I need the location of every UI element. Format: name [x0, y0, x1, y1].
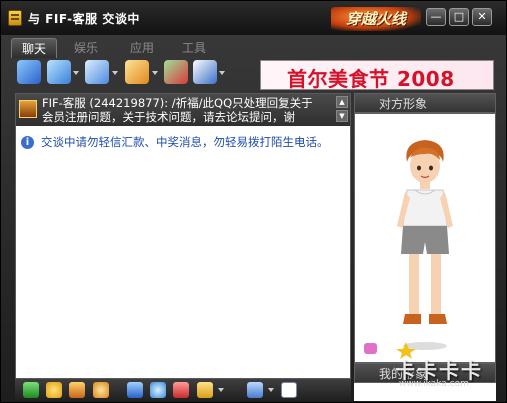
scroll-up-icon[interactable]: ▲ — [336, 96, 348, 108]
message-log-icon[interactable] — [281, 382, 297, 398]
watermark-url: www.ikaka.com — [399, 379, 469, 389]
remote-assist-icon[interactable] — [193, 60, 217, 84]
chevron-down-icon[interactable] — [73, 71, 79, 75]
video-chat-icon[interactable] — [17, 60, 41, 84]
ad-banner[interactable]: 首尔美食节 2008 — [260, 60, 494, 90]
main-toolbar — [11, 58, 251, 88]
message-history[interactable]: FIF-客服 (244219877): /祈福/此QQ只处理回复关于 会员注册问… — [15, 93, 351, 379]
minimize-button[interactable]: — — [426, 8, 446, 26]
costume-icon[interactable] — [364, 343, 377, 354]
voice-chat-icon[interactable] — [47, 60, 71, 84]
contact-info-bar: FIF-客服 (244219877): /祈福/此QQ只处理回复关于 会员注册问… — [16, 94, 350, 126]
contact-signature-line2: 会员注册问题，关于技术问题，请去论坛提问，谢 — [42, 110, 295, 124]
security-notice: i 交谈中请勿轻信汇款、中奖消息，勿轻易拨打陌生电话。 — [21, 134, 346, 150]
tab-entertainment[interactable]: 娱乐 — [63, 38, 109, 58]
chevron-down-icon[interactable] — [268, 388, 274, 392]
scene-icon[interactable] — [150, 382, 166, 398]
chevron-down-icon[interactable] — [152, 71, 158, 75]
info-icon: i — [21, 136, 34, 149]
tab-chat[interactable]: 聊天 — [11, 38, 57, 58]
signature-scroll[interactable]: ▲ ▼ — [336, 96, 348, 124]
chat-window: 与 FIF-客服 交谈中 穿越火线 — □ ✕ 聊天 娱乐 应用 工具 首尔美食… — [0, 0, 507, 403]
magic-emoticon-icon[interactable] — [69, 382, 85, 398]
tab-tools[interactable]: 工具 — [171, 38, 217, 58]
contact-signature-line1: FIF-客服 (244219877): /祈福/此QQ只处理回复关于 — [42, 96, 313, 110]
add-group-icon[interactable] — [164, 60, 188, 84]
gift-icon[interactable] — [173, 382, 189, 398]
chevron-down-icon[interactable] — [112, 71, 118, 75]
send-picture-icon[interactable] — [127, 382, 143, 398]
window-title: 与 FIF-客服 交谈中 — [28, 12, 140, 26]
tab-apps[interactable]: 应用 — [119, 38, 165, 58]
input-toolbar — [15, 379, 351, 401]
send-file-icon[interactable] — [85, 60, 109, 84]
emoticon-icon[interactable] — [46, 382, 62, 398]
chevron-down-icon[interactable] — [219, 71, 225, 75]
close-button[interactable]: ✕ — [472, 8, 492, 26]
game-logo: 穿越火线 — [331, 7, 421, 31]
maximize-button[interactable]: □ — [449, 8, 469, 26]
chevron-down-icon[interactable] — [218, 388, 224, 392]
screenshot-icon[interactable] — [93, 382, 109, 398]
display-mode-icon[interactable] — [247, 382, 263, 398]
music-icon[interactable] — [197, 382, 213, 398]
contact-avatar-header: 对方形象 — [354, 93, 496, 113]
font-icon[interactable] — [23, 382, 39, 398]
site-watermark: 卡卡卡卡 www.ikaka.com — [377, 355, 497, 399]
scroll-down-icon[interactable]: ▼ — [336, 110, 348, 122]
contact-avatar[interactable] — [19, 100, 37, 118]
ad-banner-text: 首尔美食节 2008 — [287, 67, 455, 90]
title-bar[interactable]: 与 FIF-客服 交谈中 穿越火线 — □ ✕ — [1, 1, 506, 35]
qq-show-figure — [397, 140, 453, 350]
contact-signature: FIF-客服 (244219877): /祈福/此QQ只处理回复关于 会员注册问… — [42, 96, 332, 124]
chat-window-icon — [8, 10, 22, 26]
contact-avatar-view[interactable] — [354, 113, 496, 363]
security-notice-text: 交谈中请勿轻信汇款、中奖消息，勿轻易拨打陌生电话。 — [41, 135, 329, 149]
chat-mode-icon[interactable] — [125, 60, 149, 84]
